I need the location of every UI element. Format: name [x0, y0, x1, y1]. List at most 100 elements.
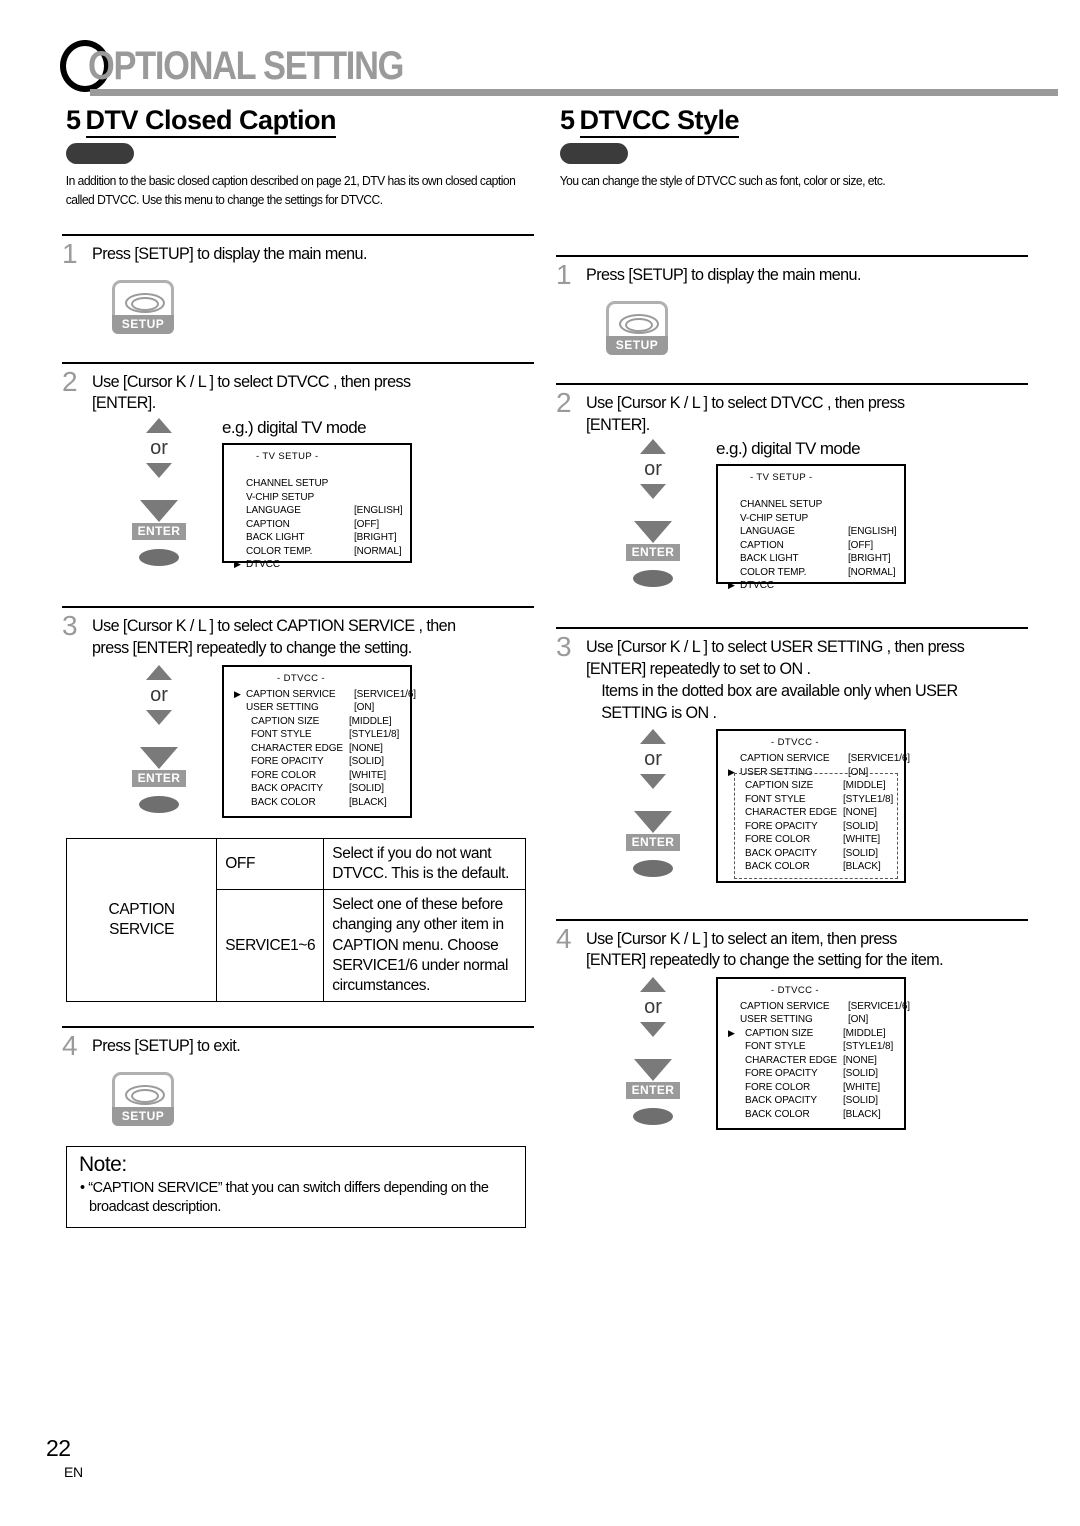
osd-label: COLOR TEMP.	[246, 545, 313, 557]
step-1-number-left: 1	[62, 237, 78, 269]
enter-key-label[interactable]: ENTER	[625, 834, 681, 852]
osd-value: [BLACK]	[349, 796, 387, 808]
osd-label: CAPTION SERVICE	[740, 1000, 830, 1012]
setup-key-label: SETUP	[112, 1106, 174, 1126]
step-1-number-right: 1	[556, 258, 572, 290]
osd-row: BACK COLOR [BLACK]	[234, 796, 402, 810]
cursor-down-icon[interactable]	[146, 709, 172, 725]
osd-title: - DTVCC -	[771, 985, 819, 997]
osd-value: [ON]	[354, 702, 375, 713]
osd-label: FORE COLOR	[745, 834, 811, 846]
osd-row: FONT STYLE [STYLE1/8]	[728, 1040, 896, 1054]
osd-row: BACK OPACITY [SOLID]	[728, 1094, 896, 1108]
keypad-right-3[interactable]: or ENTER	[598, 729, 708, 878]
osd-label: USER SETTING	[246, 702, 319, 713]
osd-label: CAPTION SIZE	[745, 780, 814, 792]
enter-key-label[interactable]: ENTER	[131, 523, 187, 541]
osd-title: - DTVCC -	[277, 672, 325, 684]
note-box-left: Note: • “CAPTION SERVICE” that you can s…	[66, 1145, 526, 1228]
section-title-left: 5 DTV Closed Caption	[62, 105, 534, 138]
setup-remote-key-left-1[interactable]: SETUP	[112, 279, 174, 334]
step-2-left: 2 Use [Cursor K / L ] to select DTVCC , …	[62, 361, 534, 570]
osd-value: [MIDDLE]	[843, 780, 886, 792]
keypad-left-2[interactable]: or ENTER	[104, 418, 214, 567]
cursor-down-icon[interactable]	[640, 1022, 666, 1038]
enter-key-ellipse-icon[interactable]	[633, 860, 673, 878]
eg-label-left-2: e.g.) digital TV mode	[222, 418, 367, 438]
step-3-right: 3 Use [Cursor K / L ] to select USER SET…	[556, 627, 1028, 883]
enter-key-ellipse-icon[interactable]	[139, 549, 179, 567]
setup-remote-key-right-1[interactable]: SETUP	[606, 300, 668, 355]
keypad-left-3[interactable]: or ENTER	[104, 664, 214, 813]
step-3-text-right: Use [Cursor K / L ] to select USER SETTI…	[586, 636, 1006, 723]
keypad-or-label: or	[150, 437, 168, 460]
cursor-up-icon[interactable]	[640, 439, 666, 455]
osd-label: BACK OPACITY	[251, 783, 323, 794]
enter-key-label[interactable]: ENTER	[131, 769, 187, 787]
osd-value: [BRIGHT]	[848, 553, 891, 565]
osd-value: [ON]	[848, 1014, 869, 1026]
osd-label: FONT STYLE	[745, 1041, 806, 1053]
osd-label: CAPTION SERVICE	[246, 688, 336, 700]
osd-label: V-CHIP SETUP	[740, 512, 809, 524]
keypad-or-label: or	[150, 683, 168, 706]
cursor-down-icon[interactable]	[640, 484, 666, 500]
step-4-text-right: Use [Cursor K / L ] to select an item, t…	[586, 928, 1006, 972]
page-language-code: EN	[64, 1464, 83, 1480]
osd-label: USER SETTING	[740, 1014, 813, 1026]
osd-caret: ▶	[234, 559, 241, 569]
osd-row: BACK OPACITY [SOLID]	[234, 782, 402, 796]
osd-row: BACK LIGHT [BRIGHT]	[234, 531, 402, 545]
osd-value: [WHITE]	[349, 769, 387, 781]
cursor-up-icon[interactable]	[146, 418, 172, 434]
keypad-right-4[interactable]: or ENTER	[598, 977, 708, 1126]
osd-title: - TV SETUP -	[256, 451, 319, 463]
osd-value: [MIDDLE]	[349, 715, 392, 727]
cursor-down-icon[interactable]	[640, 774, 666, 790]
osd-label: BACK LIGHT	[740, 553, 799, 565]
osd-label: CHANNEL SETUP	[740, 499, 823, 511]
setup-remote-key-left-4[interactable]: SETUP	[112, 1071, 174, 1126]
section-description-right: You can change the style of DTVCC such a…	[559, 173, 886, 188]
setup-key-label: SETUP	[606, 335, 668, 355]
step-3-line1-left: Use [Cursor K / L ] to select CAPTION SE…	[92, 616, 456, 636]
step-4-number-left: 4	[62, 1029, 78, 1061]
osd-label: USER SETTING	[740, 766, 813, 778]
step-2-right: 2 Use [Cursor K / L ] to select DTVCC , …	[556, 382, 1028, 591]
enter-key-label[interactable]: ENTER	[625, 1082, 681, 1100]
osd-row: COLOR TEMP. [NORMAL]	[234, 545, 402, 559]
osd-row: FONT STYLE [STYLE1/8]	[728, 793, 896, 807]
step-2-number-left: 2	[62, 365, 78, 397]
osd-label: DTVCC	[740, 580, 774, 592]
step-3-number-left: 3	[62, 610, 78, 642]
keypad-or-label: or	[644, 996, 662, 1019]
enter-arrow-icon	[634, 1059, 672, 1082]
step-2-line2-left: [ENTER].	[92, 393, 156, 413]
cursor-up-icon[interactable]	[640, 729, 666, 745]
enter-key-ellipse-icon[interactable]	[633, 1108, 673, 1126]
cursor-up-icon[interactable]	[640, 977, 666, 993]
osd-caret: ▶	[728, 1027, 735, 1038]
cursor-down-icon[interactable]	[146, 463, 172, 479]
osd-row: BACK COLOR [BLACK]	[728, 860, 896, 874]
osd-value: [ON]	[848, 766, 869, 778]
osd-value: [BLACK]	[843, 861, 881, 873]
enter-key-ellipse-icon[interactable]	[139, 795, 179, 813]
osd-label: COLOR TEMP.	[740, 566, 807, 578]
osd-row: V-CHIP SETUP	[234, 491, 402, 505]
table-cell-desc: Select if you do not want DTVCC. This is…	[323, 837, 526, 891]
osd-label: CHANNEL SETUP	[246, 478, 329, 489]
osd-value: [WHITE]	[843, 1081, 881, 1093]
enter-key-ellipse-icon[interactable]	[633, 570, 673, 588]
keypad-right-2[interactable]: or ENTER	[598, 439, 708, 588]
osd-row: FORE COLOR [WHITE]	[234, 769, 402, 783]
table-cell-name: CAPTION SERVICE	[65, 838, 218, 1002]
step-4-right: 4 Use [Cursor K / L ] to select an item,…	[556, 918, 1028, 1131]
cursor-up-icon[interactable]	[146, 664, 172, 680]
step-3-line2-right: [ENTER] repeatedly to set to ON .	[586, 659, 811, 679]
osd-value: [SERVICE1/6]	[848, 753, 910, 765]
enter-key-label[interactable]: ENTER	[625, 544, 681, 562]
osd-row: CAPTION SIZE [MIDDLE]	[234, 715, 402, 729]
osd-value: [NORMAL]	[354, 545, 402, 557]
enter-arrow-icon	[634, 521, 672, 544]
